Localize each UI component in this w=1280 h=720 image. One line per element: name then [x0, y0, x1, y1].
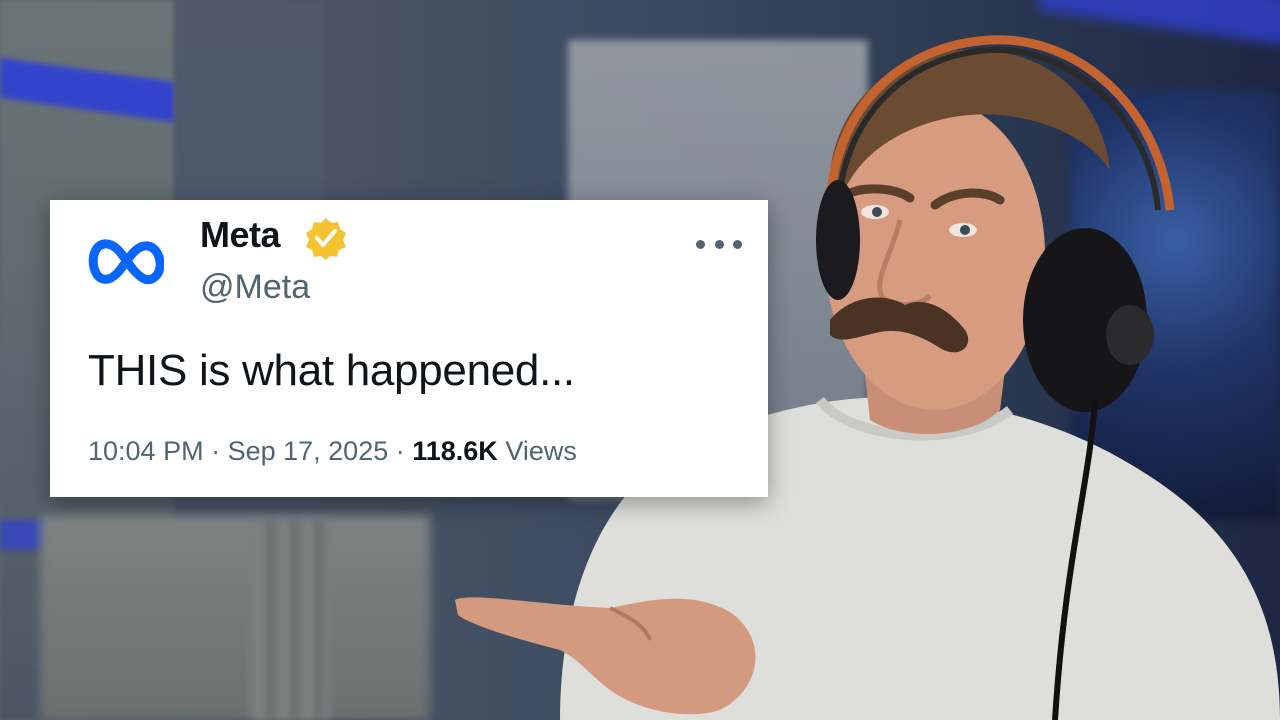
verified-badge-icon	[306, 218, 346, 260]
tweet-time[interactable]: 10:04 PM	[88, 436, 204, 466]
views-count: 118.6K	[412, 436, 498, 466]
video-frame: Meta @Meta THIS is what happened... 10:0…	[0, 0, 1280, 720]
more-horizontal-icon[interactable]	[696, 234, 742, 254]
tweet-text: THIS is what happened...	[88, 346, 575, 395]
tweet-metadata: 10:04 PM · Sep 17, 2025 · 118.6K Views	[88, 436, 577, 467]
meta-logo-icon	[88, 239, 164, 285]
author-name[interactable]: Meta	[200, 214, 281, 256]
meta-separator: ·	[388, 436, 413, 466]
meta-separator: ·	[203, 436, 228, 466]
views-label: Views	[497, 436, 577, 466]
author-handle[interactable]: @Meta	[200, 268, 310, 307]
headphones-left-cup	[816, 180, 860, 300]
tweet-date[interactable]: Sep 17, 2025	[228, 436, 389, 466]
